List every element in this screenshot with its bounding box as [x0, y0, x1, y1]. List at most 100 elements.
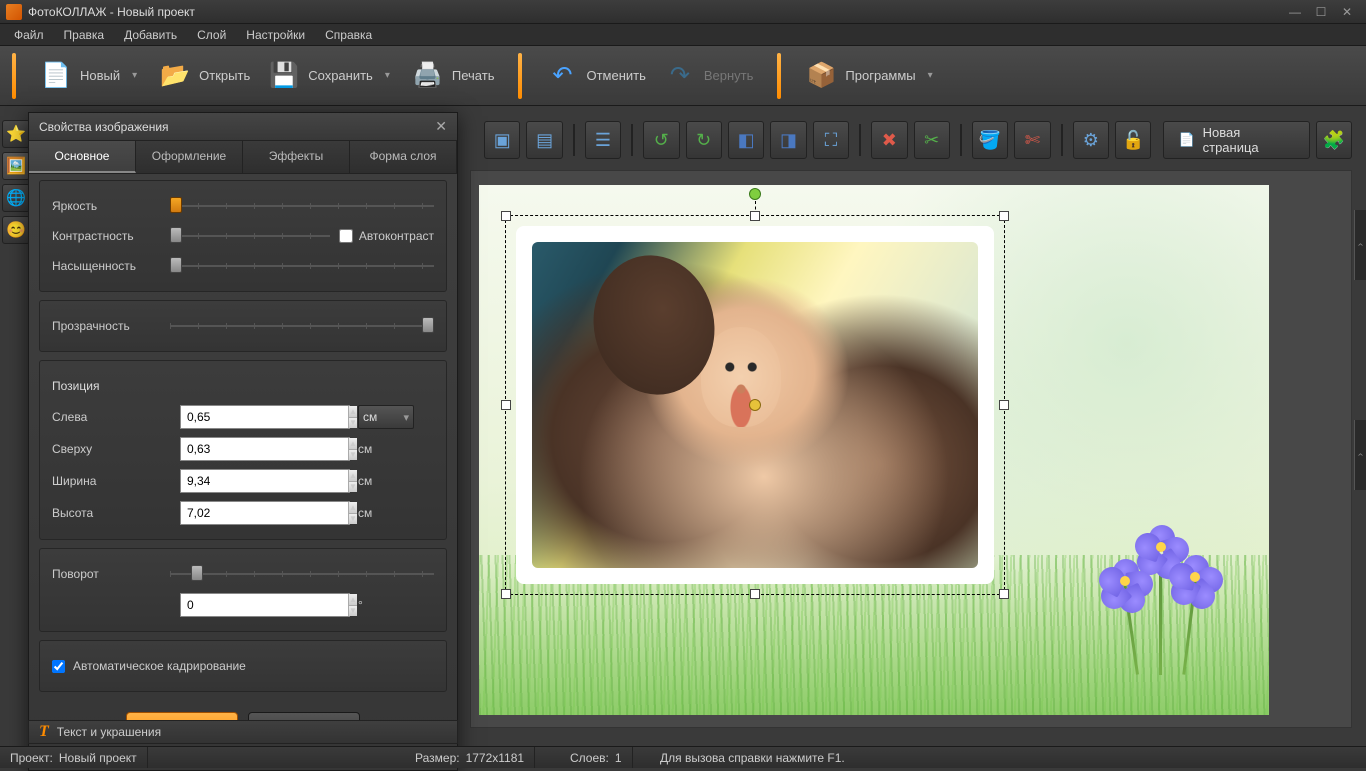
height-spinner[interactable]: ▲▼ — [180, 501, 350, 525]
dialog-titlebar[interactable]: Свойства изображения ✕ — [29, 113, 457, 141]
flip-v-icon[interactable]: ◨ — [770, 121, 806, 159]
resize-handle-e[interactable] — [999, 400, 1009, 410]
rotation-input[interactable] — [181, 594, 348, 616]
tab-basic[interactable]: Основное — [29, 141, 136, 173]
print-icon: 🖨️ — [412, 60, 444, 92]
resize-handle-w[interactable] — [501, 400, 511, 410]
bucket-icon[interactable]: 🪣 — [972, 121, 1008, 159]
text-decorations-panel[interactable]: T Текст и украшения — [28, 720, 458, 744]
saturation-slider[interactable] — [170, 259, 434, 273]
menu-layer[interactable]: Слой — [187, 25, 236, 45]
width-input[interactable] — [181, 470, 348, 492]
rotation-spinner[interactable]: ▲▼ — [180, 593, 350, 617]
rotate-left-icon[interactable]: ↺ — [643, 121, 679, 159]
lock-icon[interactable]: 🔓 — [1115, 121, 1151, 159]
print-button[interactable]: 🖨️ Печать — [404, 56, 503, 96]
spin-up[interactable]: ▲ — [349, 470, 357, 482]
top-input[interactable] — [181, 438, 348, 460]
save-button[interactable]: 💾 Сохранить ▾ — [260, 56, 402, 96]
globe-tool[interactable]: 🌐 — [2, 184, 30, 212]
rotation-slider[interactable] — [170, 567, 434, 581]
maximize-button[interactable]: ☐ — [1308, 3, 1334, 21]
center-point[interactable] — [749, 399, 761, 411]
unit-select[interactable]: см — [358, 405, 414, 429]
minimize-button[interactable]: ― — [1282, 3, 1308, 21]
autocontrast-checkbox[interactable]: Автоконтраст — [339, 229, 434, 243]
chevron-down-icon[interactable]: ▾ — [128, 70, 141, 81]
crop-icon[interactable]: ✂ — [914, 121, 950, 159]
autocrop-checkbox[interactable]: Автоматическое кадрирование — [52, 651, 434, 681]
dialog-close-icon[interactable]: ✕ — [435, 118, 447, 135]
selected-layer[interactable] — [505, 215, 1005, 595]
tab-shape[interactable]: Форма слоя — [350, 141, 457, 173]
scissors-icon[interactable]: ✄ — [1014, 121, 1050, 159]
resize-handle-n[interactable] — [750, 211, 760, 221]
color-section: Яркость Контрастность Автоконтраст На — [39, 180, 447, 292]
resize-handle-se[interactable] — [999, 589, 1009, 599]
menu-edit[interactable]: Правка — [54, 25, 115, 45]
autocrop-label: Автоматическое кадрирование — [73, 659, 246, 673]
spin-up[interactable]: ▲ — [349, 406, 357, 418]
image-tool[interactable]: 🖼️ — [2, 152, 30, 180]
page[interactable] — [479, 185, 1269, 715]
canvas[interactable] — [470, 170, 1352, 728]
flip-h-icon[interactable]: ◧ — [728, 121, 764, 159]
height-input[interactable] — [181, 502, 348, 524]
opacity-slider[interactable] — [170, 319, 434, 333]
menu-add[interactable]: Добавить — [114, 25, 187, 45]
chevron-down-icon[interactable]: ▾ — [924, 70, 937, 81]
left-input[interactable] — [181, 406, 348, 428]
contrast-slider[interactable] — [170, 229, 330, 243]
autocrop-input[interactable] — [52, 660, 65, 673]
close-button[interactable]: ✕ — [1334, 3, 1360, 21]
smiley-tool[interactable]: 😊 — [2, 216, 30, 244]
autocrop-section: Автоматическое кадрирование — [39, 640, 447, 692]
resize-handle-s[interactable] — [750, 589, 760, 599]
tab-decor[interactable]: Оформление — [136, 141, 243, 173]
menu-file[interactable]: Файл — [4, 25, 54, 45]
width-spinner[interactable]: ▲▼ — [180, 469, 350, 493]
page-thumbnails-collapsed[interactable]: ‹ — [1354, 210, 1366, 280]
menu-settings[interactable]: Настройки — [236, 25, 315, 45]
redo-button[interactable]: ↷ Вернуть — [656, 56, 762, 96]
star-tool[interactable]: ⭐ — [2, 120, 30, 148]
spin-up[interactable]: ▲ — [349, 502, 357, 514]
spin-down[interactable]: ▼ — [349, 450, 357, 461]
new-button[interactable]: 📄 Новый ▾ — [32, 56, 149, 96]
contrast-label: Контрастность — [52, 229, 162, 243]
resize-handle-sw[interactable] — [501, 589, 511, 599]
open-button[interactable]: 📂 Открыть — [151, 56, 258, 96]
fit-icon[interactable]: ⛶ — [813, 121, 849, 159]
spin-down[interactable]: ▼ — [349, 418, 357, 429]
tab-effects[interactable]: Эффекты — [243, 141, 350, 173]
top-spinner[interactable]: ▲▼ — [180, 437, 350, 461]
chevron-down-icon[interactable]: ▾ — [381, 70, 394, 81]
redo-button-label: Вернуть — [704, 68, 754, 83]
left-spinner[interactable]: ▲▼ — [180, 405, 350, 429]
menu-help[interactable]: Справка — [315, 25, 382, 45]
align-icon[interactable]: ☰ — [585, 121, 621, 159]
spin-up[interactable]: ▲ — [349, 594, 357, 606]
spin-down[interactable]: ▼ — [349, 606, 357, 617]
new-page-label: Новая страница — [1203, 125, 1295, 155]
new-page-button[interactable]: 📄 Новая страница — [1163, 121, 1309, 159]
print-button-label: Печать — [452, 68, 495, 83]
settings-icon[interactable]: ⚙ — [1073, 121, 1109, 159]
box-icon: 📦 — [805, 60, 837, 92]
spin-down[interactable]: ▼ — [349, 514, 357, 525]
layer-back-icon[interactable]: ▤ — [526, 121, 562, 159]
rotate-handle[interactable] — [749, 188, 761, 200]
layer-front-icon[interactable]: ▣ — [484, 121, 520, 159]
spin-down[interactable]: ▼ — [349, 482, 357, 493]
page-settings-icon[interactable]: 🧩 — [1316, 121, 1352, 159]
spin-up[interactable]: ▲ — [349, 438, 357, 450]
programs-button[interactable]: 📦 Программы ▾ — [797, 56, 944, 96]
brightness-slider[interactable] — [170, 199, 434, 213]
autocontrast-input[interactable] — [339, 229, 353, 243]
page-thumbnails-collapsed-2[interactable]: ‹ — [1354, 420, 1366, 490]
resize-handle-nw[interactable] — [501, 211, 511, 221]
undo-button[interactable]: ↶ Отменить — [538, 56, 653, 96]
delete-icon[interactable]: ✖ — [871, 121, 907, 159]
resize-handle-ne[interactable] — [999, 211, 1009, 221]
rotate-right-icon[interactable]: ↻ — [686, 121, 722, 159]
